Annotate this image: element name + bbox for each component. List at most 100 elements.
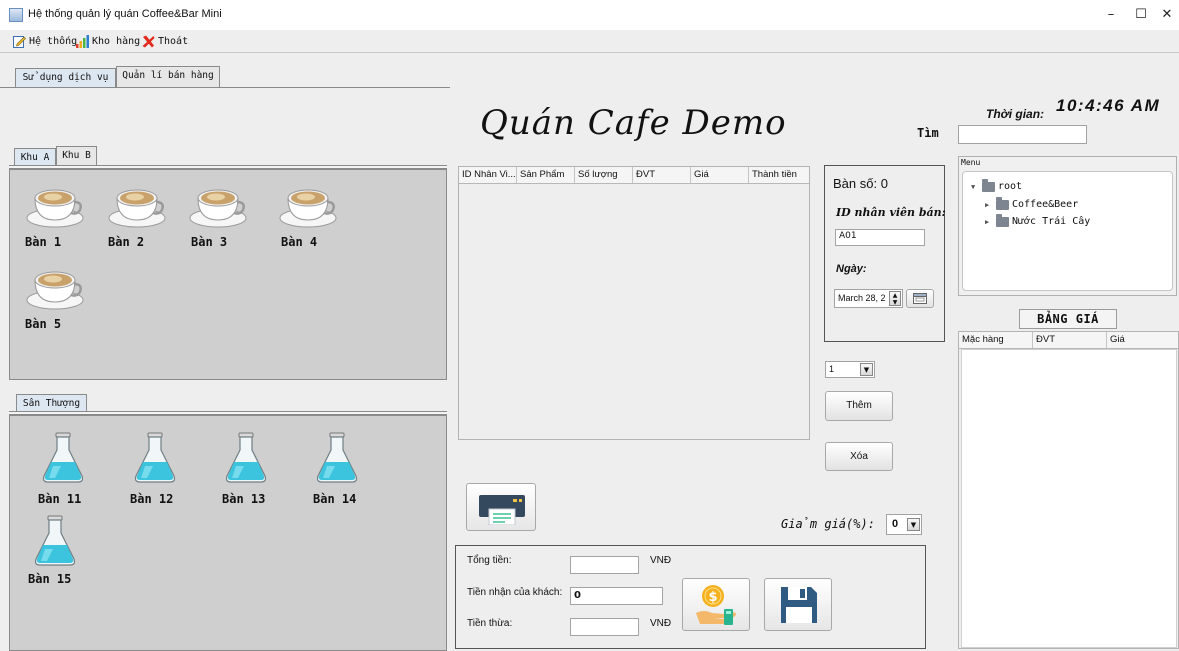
calendar-icon	[913, 293, 927, 304]
table-number: Bàn số: 0	[833, 176, 888, 191]
date-spinner[interactable]: March 28, 2 ▲ ▼	[834, 289, 903, 308]
discount-value: 0	[892, 518, 899, 530]
table-button-2[interactable]	[108, 180, 166, 231]
flask-icon	[316, 432, 358, 483]
tab-sales-management[interactable]: Quản lí bán hàng	[116, 66, 220, 87]
quantity-value: 1	[829, 364, 835, 374]
flask-icon	[34, 515, 76, 566]
table-button-1[interactable]	[26, 180, 84, 231]
column-header[interactable]: Sản Phẩm	[517, 167, 575, 183]
coffee-cup-icon	[279, 189, 337, 228]
delete-button[interactable]: Xóa	[825, 442, 893, 471]
staff-id-label: ID nhân viên bán:	[836, 206, 946, 219]
price-board-title: BẢNG GIÁ	[1019, 309, 1117, 329]
menu-item-exit[interactable]: Thoát	[142, 33, 188, 49]
table-button-4[interactable]	[279, 180, 337, 231]
order-table[interactable]: ID Nhân Vi... Sản Phẩm Số lượng ĐVT Giá …	[458, 166, 810, 440]
staff-id-field[interactable]: A01	[835, 229, 925, 246]
folder-icon	[996, 213, 1009, 227]
column-header[interactable]: Số lượng	[575, 167, 633, 183]
table-label: Bàn 12	[130, 492, 174, 506]
tree-node-label: Coffee&Beer	[1012, 199, 1079, 210]
quantity-select[interactable]: 1 ▼	[825, 361, 875, 378]
tab-area-b[interactable]: Khu B	[56, 146, 97, 167]
tree-node-root[interactable]: ▼ root	[971, 178, 1023, 192]
coffee-cup-icon	[189, 189, 247, 228]
table-button-11[interactable]	[41, 432, 85, 487]
tab-use-service[interactable]: Sử dụng dịch vụ	[15, 68, 116, 87]
table-button-13[interactable]	[224, 432, 268, 487]
column-header[interactable]: Giá	[691, 167, 749, 183]
received-field[interactable]: 0	[570, 587, 663, 605]
column-header[interactable]: ĐVT	[633, 167, 691, 183]
spinner-arrows-icon[interactable]: ▲ ▼	[889, 291, 901, 306]
order-table-header: ID Nhân Vi... Sản Phẩm Số lượng ĐVT Giá …	[459, 167, 809, 184]
chevron-down-icon: ▼	[860, 363, 873, 376]
tree-node-fruit-juice[interactable]: ▶ Nước Trái Cây	[985, 213, 1090, 227]
menu-item-inventory[interactable]: Kho hàng	[76, 33, 140, 49]
print-button[interactable]	[466, 483, 536, 531]
table-label: Bàn 13	[222, 492, 266, 506]
search-label: Tìm	[917, 126, 939, 140]
menu-panel: Menu ▼ root ▶ Coffee&Beer ▶ Nước Trái Câ…	[958, 156, 1177, 296]
time-value: 10:4:46 AM	[1056, 96, 1161, 115]
chevron-right-icon: ▶	[985, 200, 990, 209]
column-header[interactable]: Mặc hàng	[959, 332, 1033, 348]
table-button-3[interactable]	[189, 180, 247, 231]
table-button-12[interactable]	[133, 432, 177, 487]
table-label: Bàn 14	[313, 492, 357, 506]
add-button[interactable]: Thêm	[825, 391, 893, 421]
time-label: Thời gian:	[986, 107, 1045, 121]
edit-icon	[13, 35, 26, 48]
menu-item-system[interactable]: Hệ thống	[13, 33, 77, 49]
date-label: Ngày:	[836, 263, 867, 275]
table-label: Bàn 15	[28, 572, 72, 586]
price-table-body[interactable]	[961, 349, 1177, 648]
tree-node-coffee-beer[interactable]: ▶ Coffee&Beer	[985, 196, 1079, 210]
total-field[interactable]	[570, 556, 639, 574]
date-value: March 28, 2	[838, 293, 886, 303]
menu-tree[interactable]: ▼ root ▶ Coffee&Beer ▶ Nước Trái Cây	[962, 171, 1173, 291]
table-label: Bàn 3	[191, 235, 228, 249]
table-label: Bàn 1	[25, 235, 62, 249]
floppy-disk-icon	[781, 587, 817, 623]
change-field[interactable]	[570, 618, 639, 636]
column-header[interactable]: ID Nhân Vi...	[459, 167, 517, 183]
svg-text:$: $	[708, 590, 717, 605]
change-unit: VNĐ	[650, 618, 672, 629]
received-label: Tiền nhận của khách:	[467, 587, 563, 598]
payment-button[interactable]: $	[682, 578, 750, 631]
folder-icon	[982, 178, 995, 192]
table-label: Bàn 11	[38, 492, 82, 506]
table-button-5[interactable]	[26, 262, 84, 313]
menu-panel-title: Menu	[961, 158, 981, 167]
coffee-cup-icon	[108, 189, 166, 228]
price-table[interactable]: Mặc hàng ĐVT Giá	[958, 331, 1179, 649]
table-button-15[interactable]	[33, 515, 77, 570]
calendar-button[interactable]	[906, 289, 934, 308]
table-button-14[interactable]	[315, 432, 359, 487]
menubar-divider	[0, 52, 1179, 53]
cafe-title: Quán Cafe Demo	[480, 103, 787, 143]
minimize-button[interactable]: –	[1096, 4, 1126, 26]
column-header[interactable]: Thành tiền	[749, 167, 809, 183]
column-header[interactable]: ĐVT	[1033, 332, 1107, 348]
red-x-icon	[142, 35, 155, 48]
menu-item-label: Thoát	[158, 35, 189, 47]
price-table-header: Mặc hàng ĐVT Giá	[959, 332, 1178, 349]
total-label: Tổng tiền:	[467, 555, 512, 566]
tree-node-label: root	[998, 181, 1023, 192]
payment-hand-icon: $	[696, 585, 736, 625]
menu-item-label: Kho hàng	[92, 35, 141, 47]
column-header[interactable]: Giá	[1107, 332, 1178, 348]
coffee-cup-icon	[26, 189, 84, 228]
search-input[interactable]	[958, 125, 1087, 144]
chevron-right-icon: ▶	[985, 217, 990, 226]
folder-icon	[996, 196, 1009, 210]
menu-item-label: Hệ thống	[29, 35, 78, 47]
save-button[interactable]	[764, 578, 832, 631]
table-info-panel	[824, 165, 945, 342]
discount-select[interactable]: 0 ▼	[886, 514, 922, 535]
close-button[interactable]: ✕	[1152, 4, 1179, 26]
printer-icon	[479, 495, 525, 525]
